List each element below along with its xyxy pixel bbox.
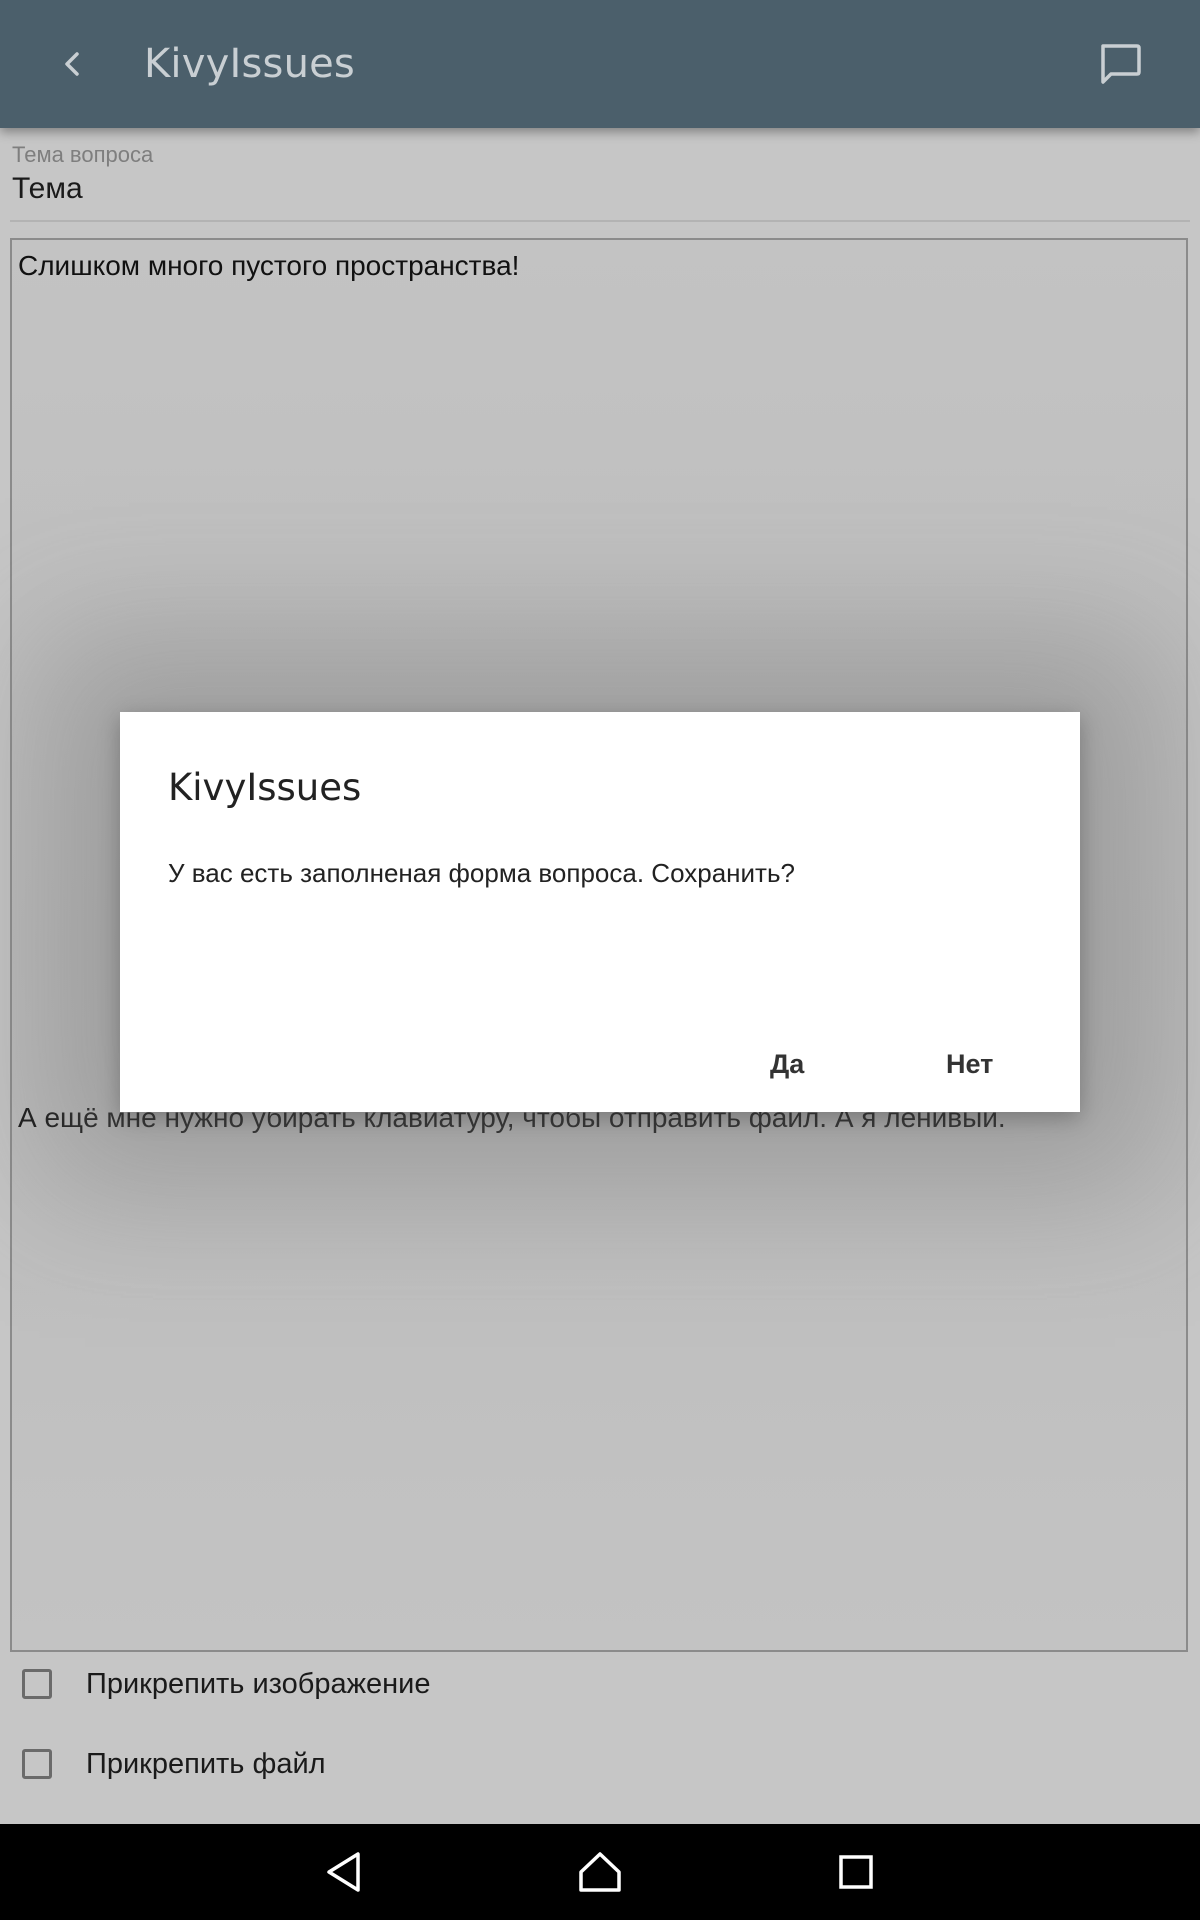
attach-file-checkbox[interactable] [22,1749,52,1779]
app-bar: KivyIssues [0,0,1200,128]
nav-home-icon [579,1852,621,1892]
dialog-title: KivyIssues [168,766,362,809]
dialog-message: У вас есть заполненая форма вопроса. Сох… [168,858,795,888]
attach-image-label: Прикрепить изображение [86,1667,431,1700]
subject-label: Тема вопроса [12,142,154,167]
chat-button[interactable] [1080,24,1160,104]
attach-image-checkbox[interactable] [22,1669,52,1699]
subject-input[interactable]: Тема [12,172,83,206]
attach-image-option[interactable]: Прикрепить изображение [22,1664,431,1704]
nav-back-icon [327,1852,360,1892]
nav-back-button[interactable] [308,1836,380,1908]
chat-bubble-icon [1101,44,1141,84]
chevron-left-icon [65,52,79,76]
body-text-line-1: Слишком много пустого пространства! [18,250,520,281]
attach-file-label: Прикрепить файл [86,1747,326,1780]
nav-recents-button[interactable] [820,1836,892,1908]
back-button[interactable] [40,24,104,104]
nav-home-button[interactable] [564,1836,636,1908]
attach-file-option[interactable]: Прикрепить файл [22,1744,326,1784]
yes-button[interactable]: Да [758,1036,816,1092]
save-dialog: KivyIssues У вас есть заполненая форма в… [120,712,1080,1112]
nav-recents-icon [839,1855,873,1889]
no-button[interactable]: Нет [934,1036,1005,1092]
system-nav-bar [0,1824,1200,1920]
subject-underline [10,220,1190,222]
app-title: KivyIssues [144,41,355,87]
